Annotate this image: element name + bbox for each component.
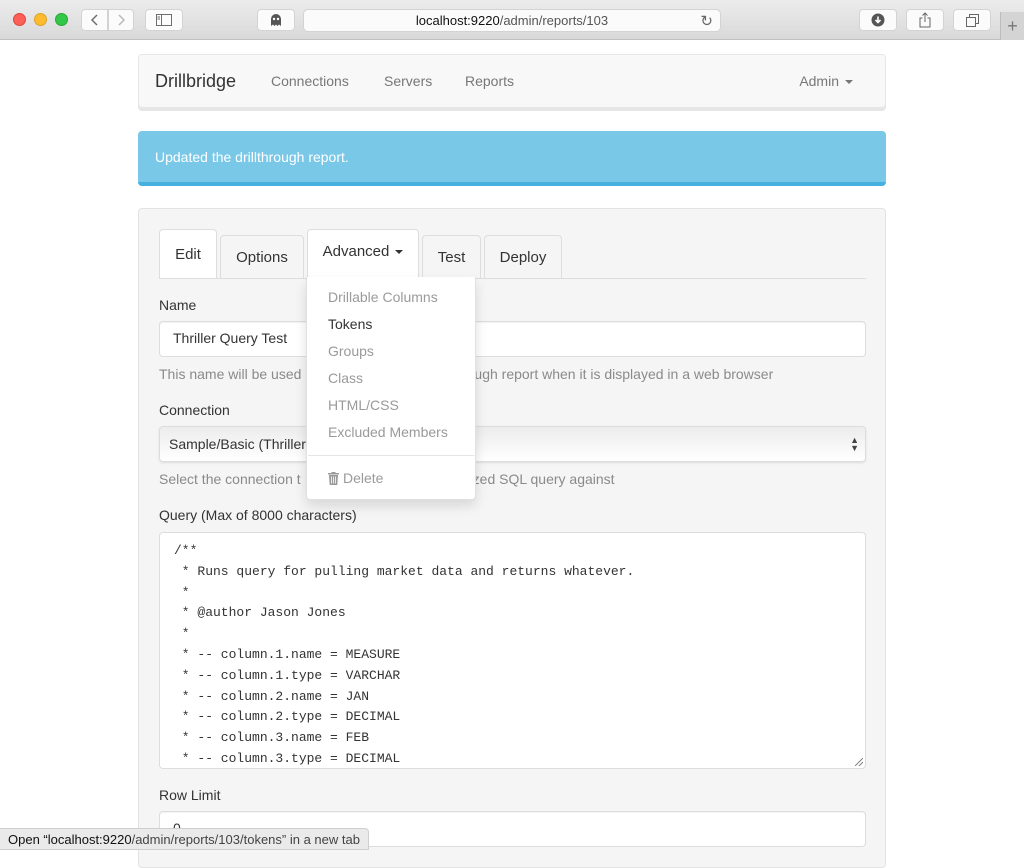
- zoom-window-button[interactable]: [55, 13, 68, 26]
- code-line: *: [174, 626, 190, 642]
- tab-label: Advanced: [322, 243, 390, 260]
- tab-label: Deploy: [499, 249, 547, 266]
- plus-icon: +: [1007, 15, 1018, 36]
- tab-label: Edit: [175, 246, 201, 263]
- name-help-left: This name will be used: [159, 366, 302, 382]
- back-button[interactable]: [81, 9, 108, 31]
- browser-toolbar: localhost:9220/admin/reports/103 ↻ +: [0, 0, 1024, 40]
- code-line: * -- column.2.name = JAN: [174, 688, 370, 704]
- forward-button[interactable]: [108, 9, 134, 31]
- name-label: Name: [159, 297, 197, 313]
- code-line: * Runs query for pulling market data and…: [174, 563, 635, 579]
- query-textarea[interactable]: /** * Runs query for pulling market data…: [159, 532, 866, 769]
- tabs-divider: [159, 278, 866, 279]
- select-arrows-icon: ▲ ▼: [850, 435, 859, 453]
- advanced-dropdown-menu: Drillable Columns Tokens Groups Class HT…: [306, 277, 476, 500]
- query-label: Query (Max of 8000 characters): [159, 507, 357, 523]
- code-line: * -- column.1.name = MEASURE: [174, 646, 401, 662]
- ghostery-extension-button[interactable]: [257, 9, 295, 31]
- chevron-left-icon: [90, 14, 98, 26]
- caret-down-icon: [845, 80, 853, 85]
- link-status-bar: Open “localhost:9220/admin/reports/103/t…: [0, 828, 369, 850]
- nav-connections[interactable]: Connections: [271, 73, 349, 89]
- code-line: * -- column.3.name = FEB: [174, 730, 370, 746]
- tab-test[interactable]: Test: [422, 235, 481, 279]
- address-bar[interactable]: localhost:9220/admin/reports/103 ↻: [303, 9, 721, 32]
- downloads-button[interactable]: [859, 9, 897, 31]
- delete-label: Delete: [343, 470, 384, 486]
- connection-select[interactable]: Sample/Basic (Thriller ▲ ▼: [159, 426, 866, 462]
- close-window-button[interactable]: [13, 13, 26, 26]
- share-button[interactable]: [906, 9, 944, 31]
- tab-label: Test: [437, 249, 466, 266]
- nav-reports[interactable]: Reports: [465, 73, 514, 89]
- name-input[interactable]: Thriller Query Test: [159, 321, 866, 357]
- tab-edit[interactable]: Edit: [159, 229, 217, 279]
- code-line: * -- column.3.type = DECIMAL: [174, 750, 401, 766]
- tab-options[interactable]: Options: [220, 235, 304, 279]
- connection-help-right: zed SQL query against: [472, 471, 615, 487]
- connection-label: Connection: [159, 402, 230, 418]
- menu-item-groups[interactable]: Groups: [328, 343, 374, 359]
- trash-icon: [328, 472, 339, 485]
- code-line: * -- column.2.type = DECIMAL: [174, 709, 401, 725]
- success-alert: Updated the drillthrough report.: [138, 131, 886, 186]
- menu-item-drillable-columns[interactable]: Drillable Columns: [328, 289, 438, 305]
- name-value: Thriller Query Test: [173, 330, 288, 346]
- tab-deploy[interactable]: Deploy: [484, 235, 562, 279]
- menu-item-delete[interactable]: Delete: [328, 470, 383, 486]
- connection-help-left: Select the connection t: [159, 471, 301, 487]
- show-sidebar-button[interactable]: [145, 9, 183, 31]
- connection-selected-value: Sample/Basic (Thriller: [169, 436, 306, 452]
- minimize-window-button[interactable]: [34, 13, 47, 26]
- code-line: * @author Jason Jones: [174, 605, 346, 621]
- nav-servers[interactable]: Servers: [384, 73, 432, 89]
- menu-item-tokens[interactable]: Tokens: [328, 316, 372, 332]
- admin-menu[interactable]: Admin: [799, 73, 853, 89]
- status-path: /admin/reports/103/tokens” in a new tab: [131, 832, 360, 847]
- tab-advanced[interactable]: Advanced: [307, 229, 419, 279]
- reload-icon[interactable]: ↻: [700, 12, 713, 30]
- code-line: *: [174, 584, 190, 600]
- menu-divider: [308, 455, 474, 456]
- url-host: localhost:9220: [415, 13, 500, 28]
- ghost-icon: [271, 14, 281, 26]
- caret-down-icon: [395, 249, 404, 254]
- code-line: * -- column.1.type = VARCHAR: [174, 667, 401, 683]
- menu-item-excluded-members[interactable]: Excluded Members: [328, 424, 448, 440]
- alert-message: Updated the drillthrough report.: [155, 149, 349, 165]
- top-navbar: Drillbridge Connections Servers Reports …: [138, 54, 886, 108]
- brand-logo[interactable]: Drillbridge: [155, 71, 236, 92]
- admin-menu-label: Admin: [799, 73, 839, 89]
- resize-handle[interactable]: [855, 758, 863, 766]
- sidebar-icon: [156, 14, 172, 26]
- share-icon: [919, 12, 931, 28]
- tabs-icon: [965, 13, 979, 27]
- name-help-right: ugh report when it is displayed in a web…: [474, 366, 774, 382]
- tab-label: Options: [236, 249, 288, 266]
- report-form-panel: Edit Options Advanced Test Deploy Name T…: [138, 208, 886, 868]
- chevron-right-icon: [118, 14, 125, 26]
- row-limit-label: Row Limit: [159, 787, 221, 803]
- status-host: Open “localhost:9220: [8, 832, 132, 847]
- menu-item-html-css[interactable]: HTML/CSS: [328, 397, 399, 413]
- new-tab-button[interactable]: +: [1000, 12, 1024, 40]
- menu-item-class[interactable]: Class: [328, 370, 363, 386]
- show-all-tabs-button[interactable]: [953, 9, 991, 31]
- url-path: /admin/reports/103: [499, 13, 609, 28]
- code-line: /**: [174, 543, 198, 558]
- download-icon: [871, 13, 885, 27]
